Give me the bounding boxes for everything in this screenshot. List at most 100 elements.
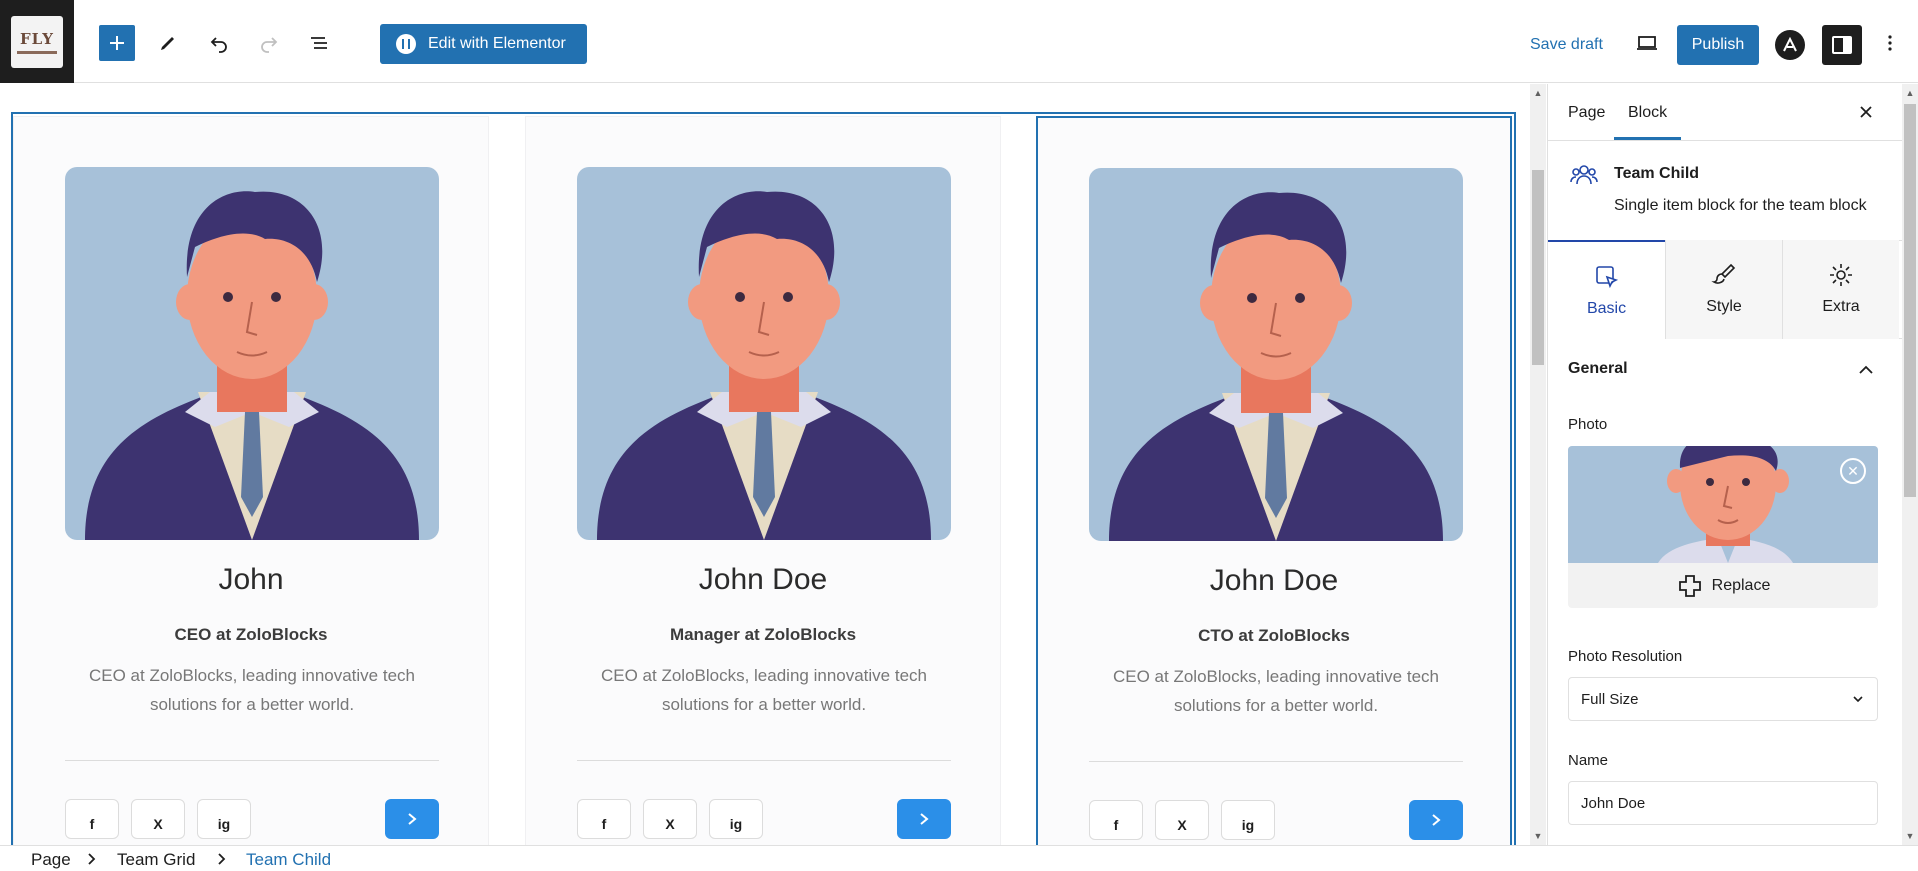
cursor-select-icon (1595, 266, 1618, 289)
team-card[interactable]: John CEO at ZoloBlocks CEO at ZoloBlocks… (13, 116, 489, 845)
tab-style-label: Style (1706, 298, 1742, 315)
plugin-button[interactable] (1775, 30, 1805, 60)
scroll-down-icon[interactable]: ▼ (1905, 831, 1915, 841)
instagram-link[interactable]: ig (1221, 800, 1275, 840)
x-link[interactable]: X (131, 799, 185, 839)
avatar-illustration (597, 191, 931, 540)
plus-icon (110, 36, 124, 50)
settings-toggle-button[interactable] (1822, 25, 1862, 65)
panel-general-title[interactable]: General (1568, 360, 1884, 378)
facebook-link[interactable]: f (1089, 800, 1143, 840)
tools-button[interactable] (150, 25, 186, 61)
team-member-role[interactable]: Manager at ZoloBlocks (526, 625, 1000, 645)
facebook-icon: f (89, 816, 95, 832)
team-member-role[interactable]: CTO at ZoloBlocks (1038, 626, 1510, 646)
chevron-right-icon (408, 813, 417, 825)
instagram-link[interactable]: ig (197, 799, 251, 839)
card-arrow-button[interactable] (897, 799, 951, 839)
photo-picker[interactable]: ✕ Replace (1568, 446, 1878, 608)
sidebar-scrollbar[interactable]: ▲ ▼ (1902, 84, 1918, 845)
block-title: Team Child (1614, 165, 1700, 182)
team-member-name[interactable]: John Doe (1038, 564, 1510, 598)
team-card[interactable]: John Doe Manager at ZoloBlocks CEO at Zo… (525, 116, 1001, 845)
editor-top-bar: FLY Edit with Elementor Save draft Publi… (0, 0, 1918, 83)
card-divider (65, 760, 439, 761)
block-card: Team Child Single item block for the tea… (1548, 141, 1902, 241)
card-arrow-button[interactable] (385, 799, 439, 839)
team-member-photo[interactable] (65, 167, 439, 540)
edit-with-elementor-button[interactable]: Edit with Elementor (380, 24, 587, 64)
chevron-up-icon[interactable] (1856, 360, 1876, 380)
close-icon[interactable] (1856, 102, 1876, 122)
breadcrumb-team-child[interactable]: Team Child (246, 850, 331, 870)
team-member-description[interactable]: CEO at ZoloBlocks, leading innovative te… (74, 661, 430, 719)
instagram-link[interactable]: ig (709, 799, 763, 839)
scroll-up-icon[interactable]: ▲ (1905, 88, 1915, 98)
tab-extra[interactable]: Extra (1782, 240, 1899, 339)
photo-resolution-select[interactable]: Full Size (1568, 677, 1878, 721)
team-member-description[interactable]: CEO at ZoloBlocks, leading innovative te… (586, 661, 942, 719)
avatar-thumbnail-illustration (1658, 446, 1793, 563)
redo-button[interactable] (251, 25, 287, 61)
facebook-icon: f (601, 816, 607, 832)
canvas-scrollbar[interactable]: ▲ ▼ (1530, 84, 1546, 845)
facebook-link[interactable]: f (65, 799, 119, 839)
instagram-icon: ig (217, 816, 231, 832)
inspector-tabs: Basic Style Extra (1548, 240, 1902, 339)
team-card-selected[interactable]: John Doe CTO at ZoloBlocks CEO at ZoloBl… (1036, 116, 1512, 845)
tab-extra-label: Extra (1822, 298, 1860, 315)
replace-icon (1678, 574, 1701, 597)
editor-canvas[interactable]: John CEO at ZoloBlocks CEO at ZoloBlocks… (0, 84, 1530, 845)
document-overview-button[interactable] (301, 25, 337, 61)
preview-button[interactable] (1629, 25, 1665, 61)
remove-photo-button[interactable]: ✕ (1840, 458, 1866, 484)
logo-underline (17, 50, 57, 54)
sidebar-scroll-thumb[interactable] (1904, 104, 1916, 497)
close-circle-icon: ✕ (1847, 462, 1859, 479)
x-icon: X (153, 816, 163, 832)
tab-block[interactable]: Block (1613, 104, 1682, 140)
team-member-description[interactable]: CEO at ZoloBlocks, leading innovative te… (1098, 662, 1454, 720)
redo-icon (261, 37, 278, 53)
publish-button[interactable]: Publish (1677, 25, 1759, 65)
card-arrow-button[interactable] (1409, 800, 1463, 840)
team-member-name[interactable]: John Doe (526, 563, 1000, 597)
name-input[interactable]: John Doe (1568, 781, 1878, 825)
pencil-icon (161, 37, 174, 50)
site-logo-button[interactable]: FLY (0, 0, 74, 83)
logo-text: FLY (20, 29, 54, 48)
tab-basic[interactable]: Basic (1548, 240, 1665, 339)
chevron-down-icon (1853, 696, 1863, 703)
add-block-button[interactable] (99, 25, 135, 61)
tab-page[interactable]: Page (1568, 104, 1605, 122)
elementor-icon (396, 34, 416, 54)
breadcrumb-page[interactable]: Page (31, 850, 71, 870)
canvas-scroll-thumb[interactable] (1532, 170, 1544, 365)
options-button[interactable] (1872, 25, 1908, 61)
x-icon: X (665, 816, 675, 832)
tab-style[interactable]: Style (1665, 240, 1782, 339)
team-member-name[interactable]: John (14, 563, 488, 597)
team-member-photo[interactable] (1089, 168, 1463, 541)
photo-thumbnail[interactable]: ✕ (1568, 446, 1878, 563)
elementor-button-label: Edit with Elementor (428, 35, 566, 52)
scroll-up-icon[interactable]: ▲ (1533, 88, 1543, 98)
x-link[interactable]: X (643, 799, 697, 839)
facebook-link[interactable]: f (577, 799, 631, 839)
scroll-down-icon[interactable]: ▼ (1533, 831, 1543, 841)
sidebar-tabs: Page Block (1548, 84, 1902, 141)
team-member-role[interactable]: CEO at ZoloBlocks (14, 625, 488, 645)
breadcrumb-team-grid[interactable]: Team Grid (117, 850, 195, 870)
block-description: Single item block for the team block (1614, 197, 1867, 214)
save-draft-button[interactable]: Save draft (1530, 36, 1603, 54)
replace-photo-button[interactable]: Replace (1568, 563, 1878, 608)
gear-icon (1830, 264, 1852, 286)
tab-basic-label: Basic (1586, 300, 1627, 317)
instagram-icon: ig (1241, 817, 1255, 833)
x-link[interactable]: X (1155, 800, 1209, 840)
card-divider (577, 760, 951, 761)
x-icon: X (1177, 817, 1187, 833)
photo-resolution-label: Photo Resolution (1568, 648, 1683, 665)
team-member-photo[interactable] (577, 167, 951, 540)
undo-button[interactable] (201, 25, 237, 61)
